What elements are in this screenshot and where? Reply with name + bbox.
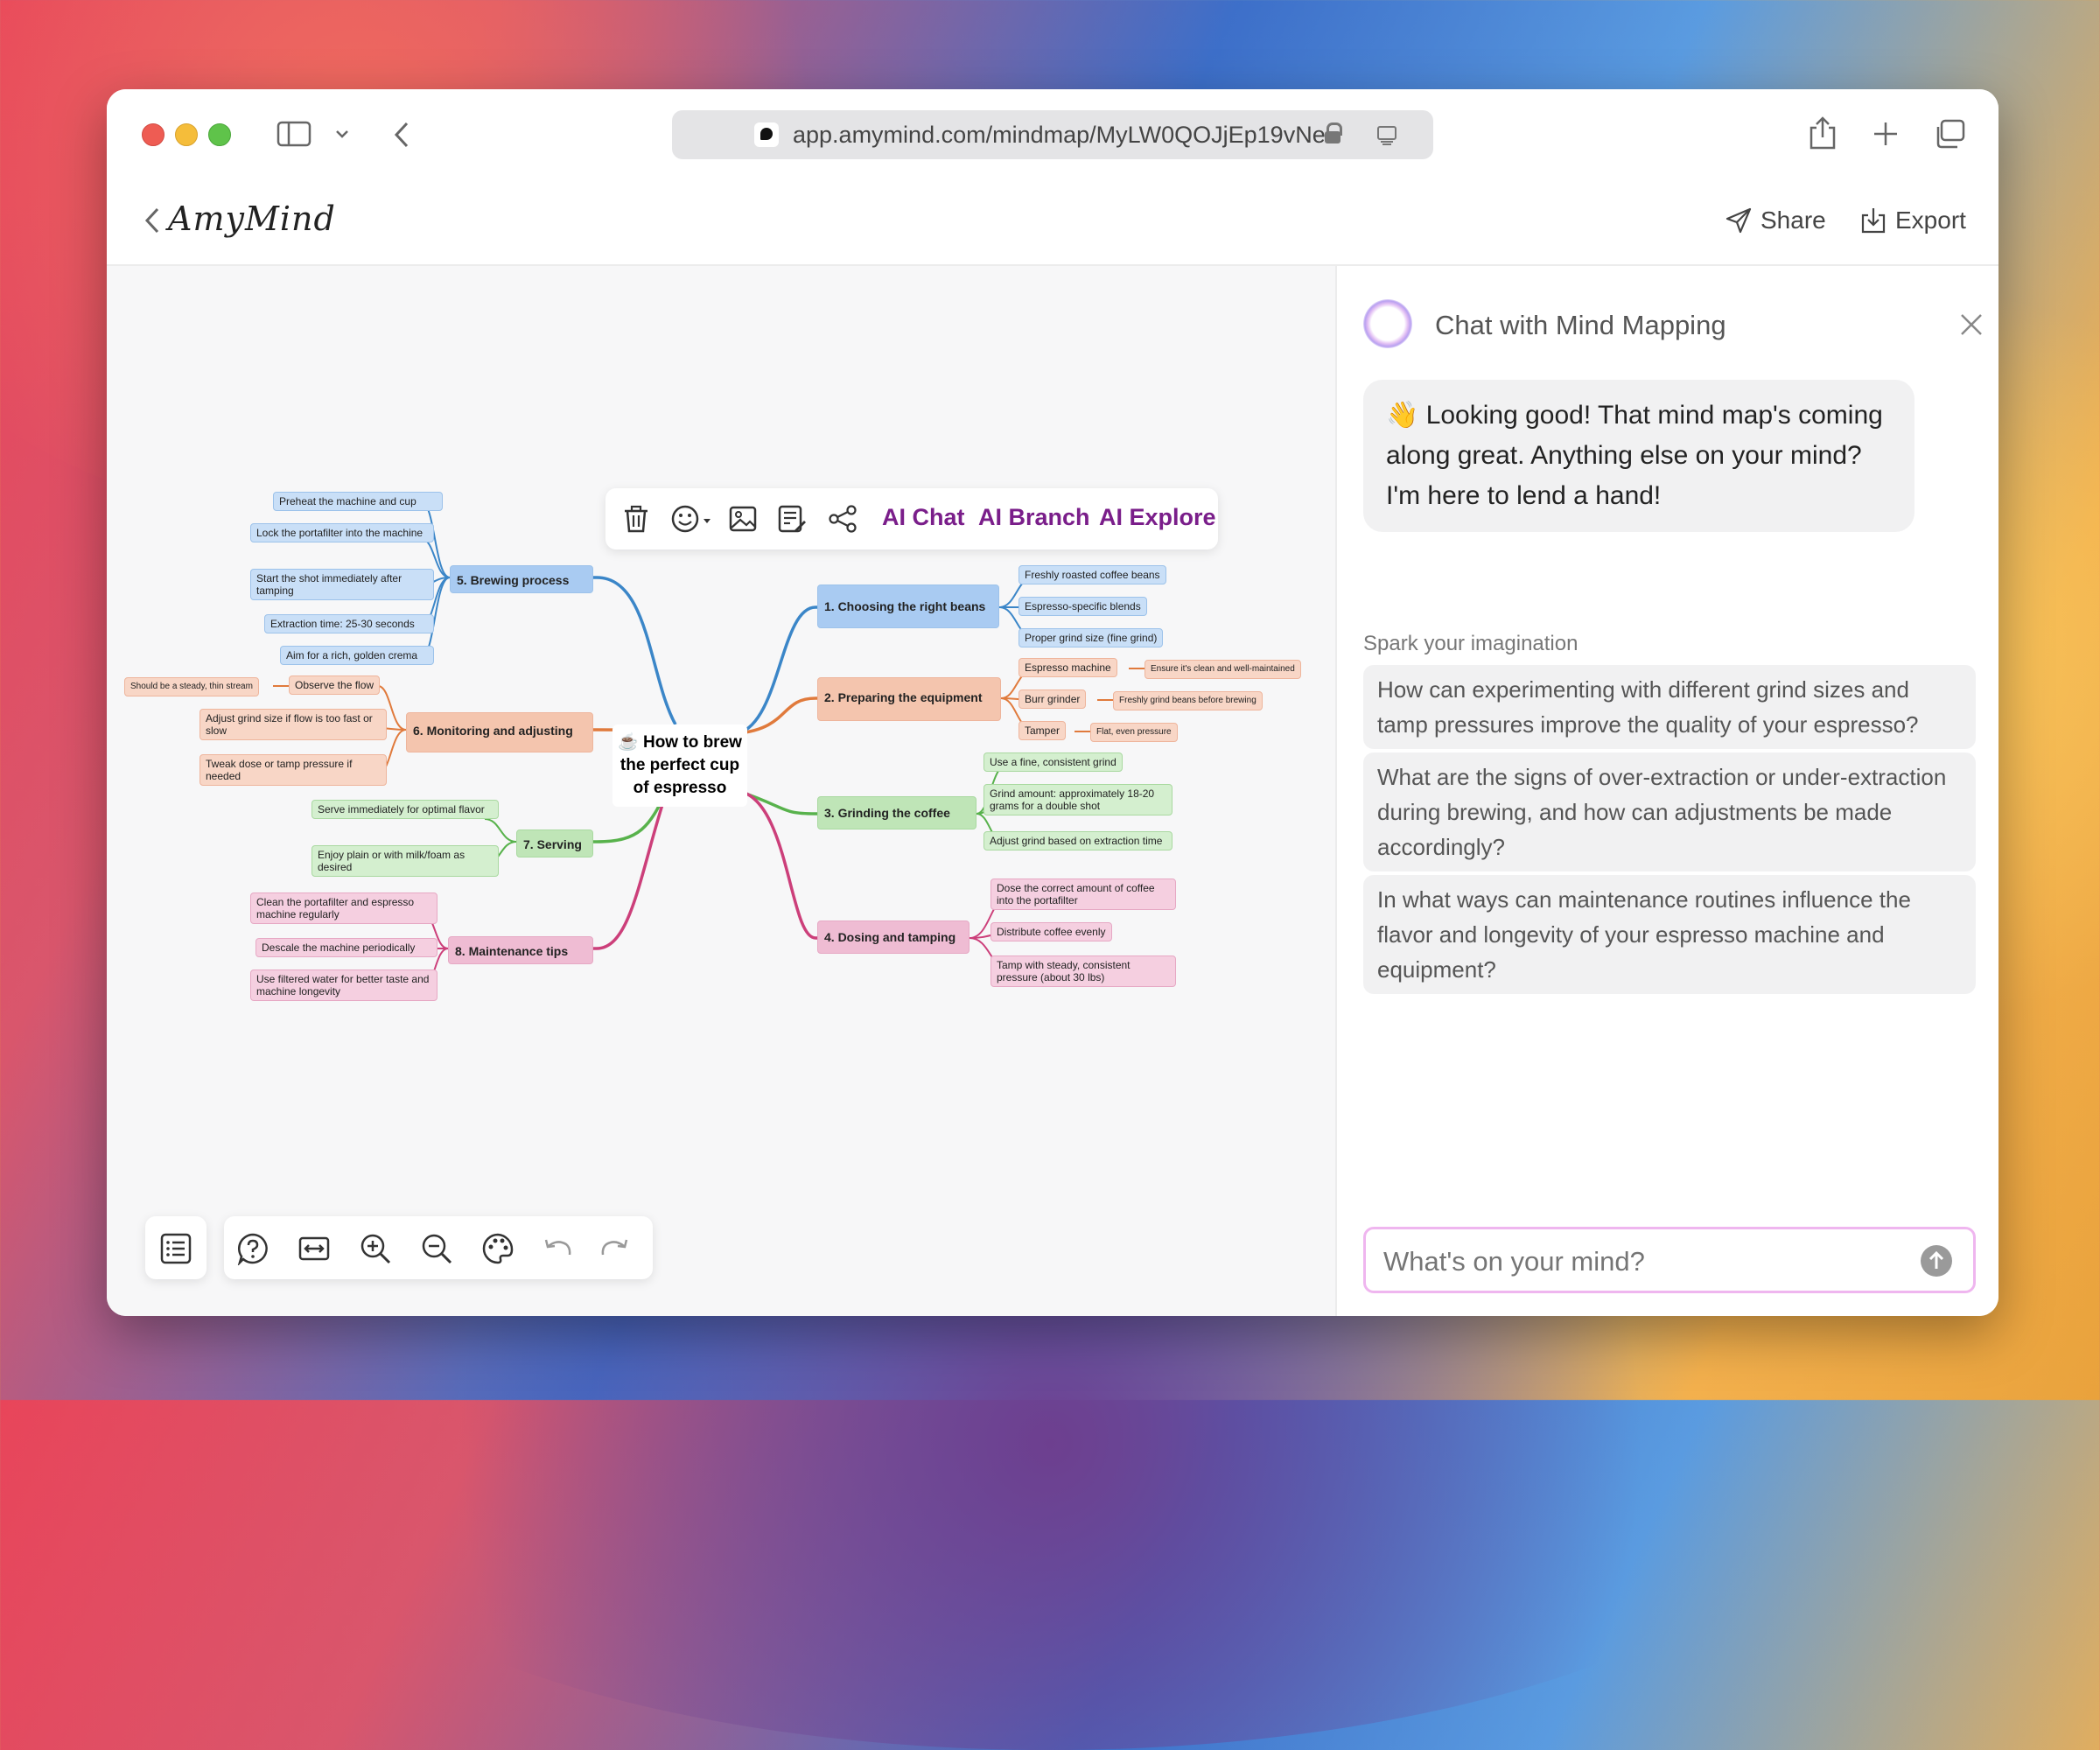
branch-4-child-3[interactable]: Tamp with steady, consistent pressure (a… xyxy=(990,956,1176,987)
app-logo[interactable]: AmyMind xyxy=(168,200,336,238)
fit-width-icon[interactable] xyxy=(298,1232,331,1265)
branch-6-child-2[interactable]: Adjust grind size if flow is too fast or… xyxy=(200,709,387,740)
branch-5-child-2[interactable]: Lock the portafilter into the machine xyxy=(250,523,434,542)
address-bar[interactable]: app.amymind.com/mindmap/MyLW0QOJjEp19vNe xyxy=(672,110,1433,159)
branch-5-child-4[interactable]: Extraction time: 25-30 seconds xyxy=(264,614,434,634)
suggestion-1[interactable]: How can experimenting with different gri… xyxy=(1363,665,1976,749)
branch-8-child-3[interactable]: Use filtered water for better taste and … xyxy=(250,970,438,1001)
export-label: Export xyxy=(1895,206,1966,234)
zoom-out-icon[interactable] xyxy=(420,1232,453,1265)
chat-input[interactable] xyxy=(1382,1243,1901,1280)
outline-toolbar xyxy=(145,1216,206,1279)
suggestion-3[interactable]: In what ways can maintenance routines in… xyxy=(1363,875,1976,994)
assistant-message: 👋 Looking good! That mind map's coming a… xyxy=(1363,380,1914,532)
branch-8-child-2[interactable]: Descale the machine periodically xyxy=(256,938,438,957)
branch-7-node[interactable]: 7. Serving xyxy=(516,830,593,858)
branch-3-child-3[interactable]: Adjust grind based on extraction time xyxy=(984,831,1172,850)
close-icon[interactable] xyxy=(1958,312,1984,338)
browser-titlebar: app.amymind.com/mindmap/MyLW0QOJjEp19vNe xyxy=(107,89,1998,177)
back-icon[interactable] xyxy=(392,121,411,149)
branch-4-child-1[interactable]: Dose the correct amount of coffee into t… xyxy=(990,878,1176,910)
branch-8-node[interactable]: 8. Maintenance tips xyxy=(448,936,593,964)
suggestion-2[interactable]: What are the signs of over-extraction or… xyxy=(1363,752,1976,872)
outline-list-icon[interactable] xyxy=(159,1232,192,1265)
chat-panel: Chat with Mind Mapping 👋 Looking good! T… xyxy=(1335,266,1998,1316)
branch-2-grandchild-2[interactable]: Freshly grind beans before brewing xyxy=(1113,691,1263,710)
ai-branch-button[interactable]: AI Branch xyxy=(978,504,1090,531)
branch-6-node[interactable]: 6. Monitoring and adjusting xyxy=(406,712,593,752)
branch-2-node[interactable]: 2. Preparing the equipment xyxy=(817,677,1001,721)
connection-icon[interactable] xyxy=(828,504,858,534)
url-text[interactable]: app.amymind.com/mindmap/MyLW0QOJjEp19vNe xyxy=(793,122,1326,149)
branch-2-child-2[interactable]: Burr grinder xyxy=(1018,690,1087,709)
export-button[interactable]: Export xyxy=(1860,206,1966,234)
share-button[interactable]: Share xyxy=(1726,206,1826,234)
branch-2-child-1[interactable]: Espresso machine xyxy=(1018,658,1117,677)
help-icon[interactable] xyxy=(236,1232,270,1265)
image-icon[interactable] xyxy=(728,504,758,534)
branch-4-child-2[interactable]: Distribute coffee evenly xyxy=(990,922,1112,942)
branch-2-child-3[interactable]: Tamper xyxy=(1018,721,1067,740)
zoom-window-button[interactable] xyxy=(208,123,231,146)
undo-icon[interactable] xyxy=(541,1232,574,1265)
ai-orb-icon xyxy=(1363,299,1412,348)
branch-4-node[interactable]: 4. Dosing and tamping xyxy=(817,920,970,954)
branch-6-child-3[interactable]: Tweak dose or tamp pressure if needed xyxy=(200,754,387,786)
branch-8-child-1[interactable]: Clean the portafilter and espresso machi… xyxy=(250,892,438,924)
mindmap-root-node[interactable]: ☕ How to brew the perfect cup of espress… xyxy=(612,724,747,807)
mindmap-canvas[interactable]: ☕ How to brew the perfect cup of espress… xyxy=(107,266,1335,1316)
theme-palette-icon[interactable] xyxy=(481,1232,514,1265)
branch-1-child-3[interactable]: Proper grind size (fine grind) xyxy=(1018,628,1164,648)
branch-5-child-1[interactable]: Preheat the machine and cup xyxy=(273,492,443,511)
branch-2-grandchild-3[interactable]: Flat, even pressure xyxy=(1090,723,1178,742)
branch-7-child-1[interactable]: Serve immediately for optimal flavor xyxy=(312,800,499,819)
lock-icon xyxy=(1325,122,1342,144)
canvas-controls-toolbar xyxy=(224,1216,653,1279)
redo-icon[interactable] xyxy=(598,1232,632,1265)
new-tab-icon[interactable] xyxy=(1872,121,1899,147)
ai-chat-button[interactable]: AI Chat xyxy=(882,504,965,531)
branch-5-node[interactable]: 5. Brewing process xyxy=(450,565,593,593)
site-favicon-icon xyxy=(754,122,779,147)
chat-input-box xyxy=(1363,1227,1976,1293)
branch-7-child-2[interactable]: Enjoy plain or with milk/foam as desired xyxy=(312,845,499,877)
share-label: Share xyxy=(1760,206,1826,234)
branch-3-child-1[interactable]: Use a fine, consistent grind xyxy=(984,752,1123,772)
branch-6-child-1[interactable]: Observe the flow xyxy=(289,676,381,695)
export-icon xyxy=(1861,208,1886,234)
back-chevron-icon[interactable] xyxy=(144,206,161,234)
paper-plane-icon xyxy=(1726,207,1752,234)
arrow-up-icon xyxy=(1928,1250,1944,1269)
branch-5-child-5[interactable]: Aim for a rich, golden crema xyxy=(280,646,434,665)
share-browser-icon[interactable] xyxy=(1808,116,1838,150)
branch-1-node[interactable]: 1. Choosing the right beans xyxy=(817,584,999,628)
node-toolbar: AI Chat AI Branch AI Explore xyxy=(606,488,1218,550)
chevron-down-icon[interactable] xyxy=(334,128,350,140)
branch-1-child-2[interactable]: Espresso-specific blends xyxy=(1018,597,1147,616)
chat-title: Chat with Mind Mapping xyxy=(1435,310,1726,340)
branch-2-grandchild-1[interactable]: Ensure it's clean and well-maintained xyxy=(1144,660,1301,679)
ai-explore-button[interactable]: AI Explore xyxy=(1099,504,1216,531)
branch-6-grandchild-1[interactable]: Should be a steady, thin stream xyxy=(124,677,259,696)
spark-label: Spark your imagination xyxy=(1363,632,1578,655)
zoom-in-icon[interactable] xyxy=(359,1232,392,1265)
minimize-window-button[interactable] xyxy=(175,123,198,146)
reader-icon[interactable] xyxy=(1377,126,1396,145)
emoji-icon[interactable] xyxy=(670,504,712,534)
browser-window: app.amymind.com/mindmap/MyLW0QOJjEp19vNe xyxy=(107,89,1998,1316)
send-button[interactable] xyxy=(1921,1245,1952,1277)
branch-5-child-3[interactable]: Start the shot immediately after tamping xyxy=(250,569,434,600)
branch-3-node[interactable]: 3. Grinding the coffee xyxy=(817,796,976,830)
sidebar-toggle-icon[interactable] xyxy=(276,121,312,147)
tab-overview-icon[interactable] xyxy=(1934,119,1965,149)
branch-1-child-1[interactable]: Freshly roasted coffee beans xyxy=(1018,565,1166,584)
note-icon[interactable] xyxy=(777,504,807,534)
trash-icon[interactable] xyxy=(621,504,651,534)
app-header: AmyMind Share Export xyxy=(107,177,1998,266)
branch-3-child-2[interactable]: Grind amount: approximately 18-20 grams … xyxy=(984,784,1172,816)
close-window-button[interactable] xyxy=(142,123,164,146)
